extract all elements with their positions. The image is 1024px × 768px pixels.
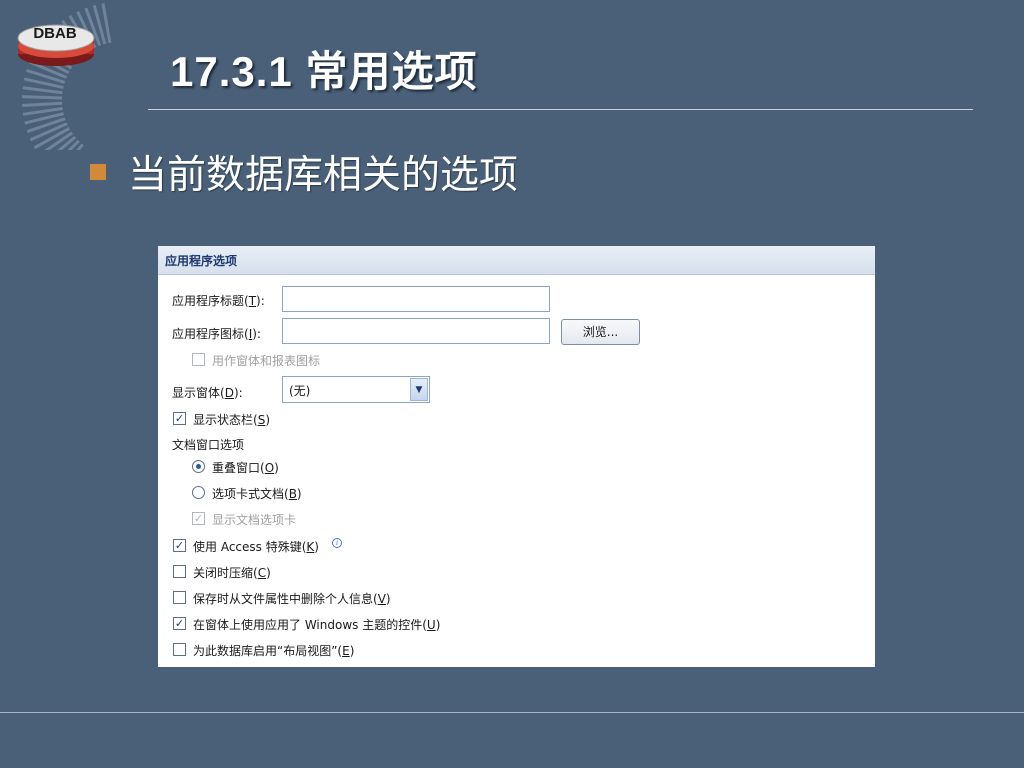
bottom-divider	[0, 712, 1024, 713]
windows-themed-controls-checkbox[interactable]: ✓	[173, 617, 186, 630]
enable-layout-view-label: 为此数据库启用“布局视图”(E)	[193, 644, 355, 658]
overlapping-radio[interactable]	[192, 460, 205, 473]
app-icon-label: 应用程序图标(I):	[172, 327, 261, 341]
bullet-square-icon	[90, 164, 106, 180]
app-icon-input[interactable]	[282, 318, 550, 344]
use-as-form-icon-label: 用作窗体和报表图标	[212, 354, 321, 368]
dialog-section-header: 应用程序选项	[158, 246, 875, 275]
browse-button[interactable]: 浏览...	[561, 319, 640, 345]
status-bar-label: 显示状态栏(S)	[193, 413, 270, 427]
ray-line	[22, 95, 63, 100]
ray-line	[22, 106, 63, 116]
logo-text: DBAB	[33, 25, 77, 42]
display-form-label: 显示窗体(D):	[172, 386, 243, 400]
chevron-down-icon[interactable]: ▼	[410, 378, 428, 401]
tabbed-label: 选项卡式文档(B)	[212, 487, 302, 501]
remove-personal-info-checkbox[interactable]	[173, 591, 186, 604]
compact-on-close-checkbox[interactable]	[173, 565, 186, 578]
tabbed-radio[interactable]	[192, 486, 205, 499]
app-title-input[interactable]	[282, 286, 550, 312]
show-doc-tabs-checkbox[interactable]: ✓	[192, 512, 205, 525]
status-bar-checkbox[interactable]: ✓	[173, 412, 186, 425]
windows-themed-controls-label: 在窗体上使用应用了 Windows 主题的控件(U)	[193, 618, 441, 632]
use-as-form-icon-checkbox[interactable]	[192, 353, 205, 366]
app-title-label: 应用程序标题(T):	[172, 294, 265, 308]
access-special-keys-checkbox[interactable]: ✓	[173, 539, 186, 552]
info-icon[interactable]: i	[332, 538, 342, 548]
ray-line	[22, 86, 63, 95]
logo: DBAB	[16, 18, 98, 70]
access-special-keys-label: 使用 Access 特殊键(K)	[193, 540, 319, 554]
bullet-text: 当前数据库相关的选项	[128, 153, 519, 198]
section-title: 应用程序选项	[165, 254, 238, 268]
ray-line	[22, 101, 63, 107]
remove-personal-info-label: 保存时从文件属性中删除个人信息(V)	[193, 592, 391, 606]
display-form-select[interactable]: (无) ▼	[282, 376, 430, 403]
slide-title: 17.3.1 常用选项	[170, 48, 478, 95]
app-options-dialog: 应用程序选项 应用程序标题(T): 应用程序图标(I): 浏览... 用作窗体和…	[158, 246, 875, 667]
display-form-value: (无)	[289, 384, 311, 398]
overlapping-label: 重叠窗口(O)	[212, 461, 279, 475]
title-divider	[148, 109, 973, 110]
doc-window-options-label: 文档窗口选项	[172, 438, 245, 452]
compact-on-close-label: 关闭时压缩(C)	[193, 566, 271, 580]
enable-layout-view-checkbox[interactable]	[173, 643, 186, 656]
show-doc-tabs-label: 显示文档选项卡	[212, 513, 297, 527]
